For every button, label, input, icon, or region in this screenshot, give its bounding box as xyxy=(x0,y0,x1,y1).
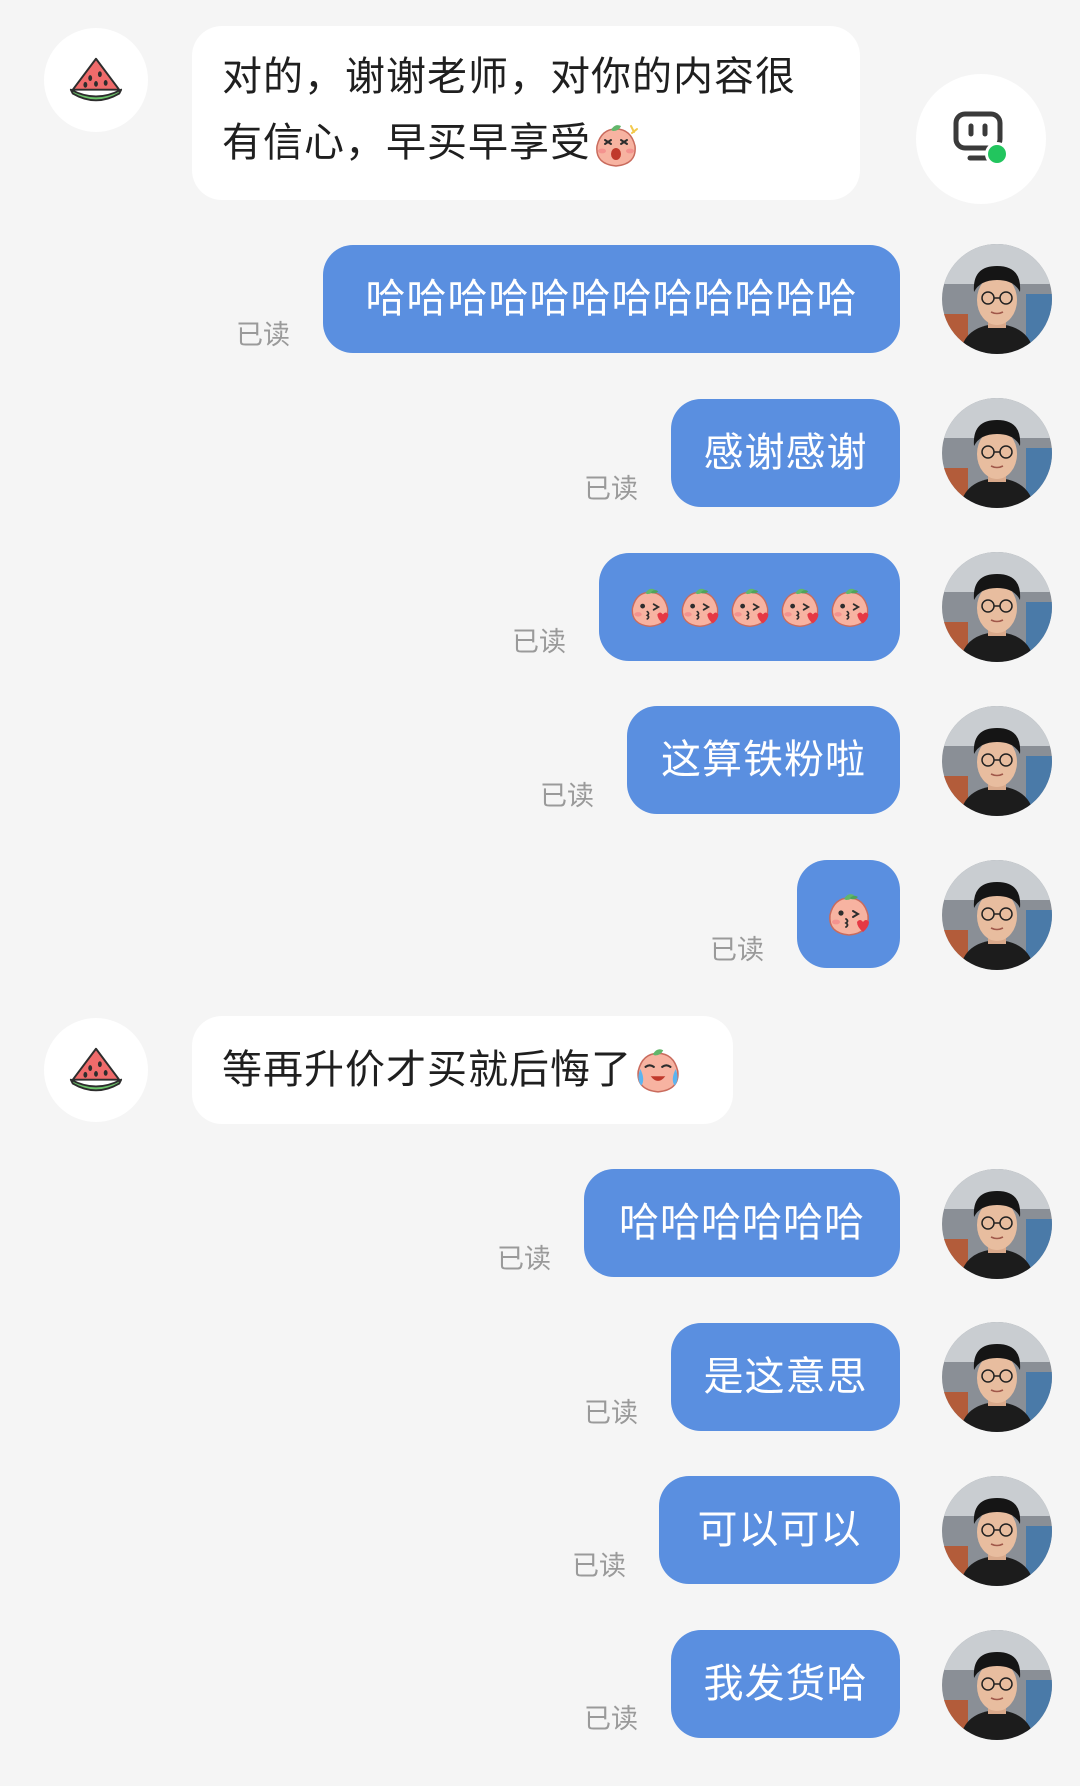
read-receipt: 已读 xyxy=(710,935,764,966)
read-receipt: 已读 xyxy=(572,1551,626,1582)
outgoing-avatar[interactable] xyxy=(942,398,1052,508)
outgoing-avatar[interactable] xyxy=(942,1630,1052,1740)
outgoing-message[interactable]: 哈哈哈哈哈哈 xyxy=(584,1169,900,1277)
peach-shock-emoji xyxy=(591,120,641,170)
message-text: 哈哈哈哈哈哈哈哈哈哈哈哈 xyxy=(365,276,858,322)
read-receipt: 已读 xyxy=(512,627,566,658)
message-text: 感谢感谢 xyxy=(703,430,868,476)
outgoing-emoji-message[interactable] xyxy=(599,553,900,661)
incoming-avatar[interactable] xyxy=(44,28,148,132)
peach-kiss-emoji xyxy=(827,584,873,630)
outgoing-message[interactable]: 可以可以 xyxy=(659,1476,900,1584)
outgoing-message[interactable]: 这算铁粉啦 xyxy=(627,706,900,814)
user-photo-avatar xyxy=(942,706,1052,816)
outgoing-message[interactable]: 感谢感谢 xyxy=(671,399,900,507)
watermelon-icon xyxy=(67,51,125,109)
message-text-line: 对的，谢谢老师，对你的内容很 xyxy=(222,54,796,100)
message-text: 这算铁粉啦 xyxy=(661,737,866,783)
user-photo-avatar xyxy=(942,244,1052,354)
message-text: 我发货哈 xyxy=(703,1661,868,1707)
outgoing-avatar[interactable] xyxy=(942,706,1052,816)
outgoing-avatar[interactable] xyxy=(942,1322,1052,1432)
peach-kiss-emoji xyxy=(824,889,874,939)
watermelon-icon xyxy=(67,1041,125,1099)
message-text-line: 有信心，早买早享受 xyxy=(222,120,591,166)
read-receipt: 已读 xyxy=(584,1704,638,1735)
peach-kiss-emoji xyxy=(777,584,823,630)
user-photo-avatar xyxy=(942,860,1052,970)
read-receipt: 已读 xyxy=(540,781,594,812)
outgoing-message[interactable]: 哈哈哈哈哈哈哈哈哈哈哈哈 xyxy=(323,245,900,353)
incoming-message[interactable]: 等再升价才买就后悔了 xyxy=(192,1016,733,1124)
robot-assistant-icon xyxy=(953,111,1009,166)
user-photo-avatar xyxy=(942,1169,1052,1279)
outgoing-avatar[interactable] xyxy=(942,1476,1052,1586)
read-receipt: 已读 xyxy=(236,320,290,351)
peach-cry-emoji xyxy=(632,1044,684,1096)
read-receipt: 已读 xyxy=(497,1244,551,1275)
message-text: 哈哈哈哈哈哈 xyxy=(619,1200,865,1246)
message-text: 是这意思 xyxy=(703,1354,868,1400)
read-receipt: 已读 xyxy=(584,474,638,505)
read-receipt: 已读 xyxy=(584,1398,638,1429)
online-dot xyxy=(988,145,1006,163)
incoming-avatar[interactable] xyxy=(44,1018,148,1122)
outgoing-avatar[interactable] xyxy=(942,244,1052,354)
peach-kiss-emoji xyxy=(627,584,673,630)
message-text: 等再升价才买就后悔了 xyxy=(222,1047,632,1093)
outgoing-emoji-message[interactable] xyxy=(797,860,900,968)
message-text: 可以可以 xyxy=(697,1507,862,1553)
user-photo-avatar xyxy=(942,398,1052,508)
peach-kiss-emoji xyxy=(727,584,773,630)
user-photo-avatar xyxy=(942,1476,1052,1586)
floating-assistant-button[interactable] xyxy=(916,74,1046,204)
user-photo-avatar xyxy=(942,1322,1052,1432)
user-photo-avatar xyxy=(942,552,1052,662)
outgoing-message[interactable]: 我发货哈 xyxy=(671,1630,900,1738)
peach-kiss-emoji xyxy=(677,584,723,630)
incoming-message[interactable]: 对的，谢谢老师，对你的内容很 有信心，早买早享受 xyxy=(192,26,860,200)
user-photo-avatar xyxy=(942,1630,1052,1740)
outgoing-message[interactable]: 是这意思 xyxy=(671,1323,900,1431)
outgoing-avatar[interactable] xyxy=(942,552,1052,662)
outgoing-avatar[interactable] xyxy=(942,1169,1052,1279)
outgoing-avatar[interactable] xyxy=(942,860,1052,970)
